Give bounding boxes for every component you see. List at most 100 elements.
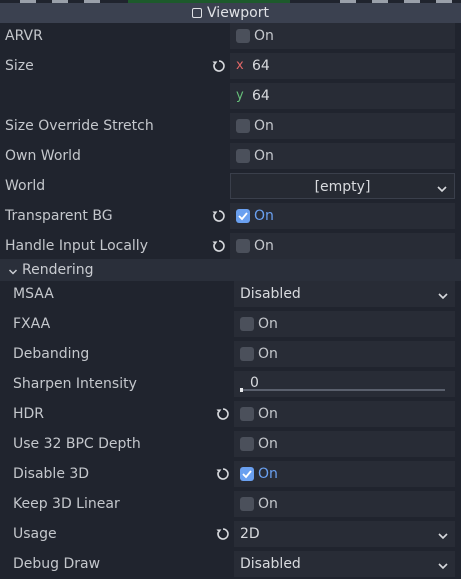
property-label: Debug Draw <box>13 556 101 572</box>
revert-icon[interactable] <box>211 208 227 224</box>
property-usage: Usage 2D <box>0 519 461 549</box>
size-x-value: 64 <box>252 58 270 74</box>
arvr-checkbox[interactable]: On <box>230 23 455 49</box>
category-header[interactable]: Viewport <box>0 3 461 23</box>
debanding-checkbox[interactable]: On <box>234 341 455 367</box>
use-32-bpc-depth-checkbox[interactable]: On <box>234 431 455 457</box>
revert-icon[interactable] <box>215 526 231 542</box>
checkbox-label: On <box>254 28 274 44</box>
checkbox-label: On <box>254 148 274 164</box>
world-resource-picker[interactable]: [empty] <box>230 173 455 199</box>
checkbox-box[interactable] <box>240 497 254 511</box>
size-x-field[interactable]: x 64 <box>230 53 455 79</box>
world-value: [empty] <box>314 179 371 195</box>
property-own-world: Own World On <box>0 141 461 171</box>
hdr-checkbox[interactable]: On <box>234 401 455 427</box>
property-msaa: MSAA Disabled <box>0 279 461 309</box>
checkbox-box[interactable] <box>236 29 250 43</box>
section-rendering[interactable]: Rendering <box>0 259 461 281</box>
revert-icon[interactable] <box>211 58 227 74</box>
property-world: World [empty] <box>0 171 461 201</box>
property-size: Size x 64 y 64 <box>0 51 461 111</box>
axis-label-y: y <box>236 88 244 103</box>
checkbox-label: On <box>258 436 278 452</box>
property-label: ARVR <box>5 28 43 44</box>
slider-track[interactable] <box>240 389 445 391</box>
property-handle-input-locally: Handle Input Locally On <box>0 231 461 261</box>
property-label: FXAA <box>13 316 51 332</box>
property-fxaa: FXAA On <box>0 309 461 339</box>
property-hdr: HDR On <box>0 399 461 429</box>
property-label: World <box>5 178 46 194</box>
property-label: Own World <box>5 148 81 164</box>
checkbox-box[interactable] <box>236 239 250 253</box>
transparent-bg-checkbox[interactable]: On <box>230 203 455 229</box>
property-arvr: ARVR On <box>0 21 461 51</box>
checkmark-icon <box>238 212 248 221</box>
slider-grabber[interactable] <box>240 388 243 392</box>
category-title: Viewport <box>207 5 269 21</box>
fxaa-checkbox[interactable]: On <box>234 311 455 337</box>
dropdown-value: 2D <box>240 526 260 542</box>
property-label: MSAA <box>13 286 54 302</box>
revert-icon[interactable] <box>215 406 231 422</box>
checkbox-box[interactable] <box>240 347 254 361</box>
checkbox-box[interactable] <box>240 467 254 481</box>
property-disable-3d: Disable 3D On <box>0 459 461 489</box>
checkbox-box[interactable] <box>240 437 254 451</box>
property-use-32-bpc-depth: Use 32 BPC Depth On <box>0 429 461 459</box>
property-label: HDR <box>13 406 45 422</box>
property-transparent-bg: Transparent BG On <box>0 201 461 231</box>
property-label: Use 32 BPC Depth <box>13 436 141 452</box>
checkbox-box[interactable] <box>236 119 250 133</box>
disable-3d-checkbox[interactable]: On <box>234 461 455 487</box>
property-debug-draw: Debug Draw Disabled <box>0 549 461 579</box>
checkbox-box[interactable] <box>236 149 250 163</box>
checkbox-box[interactable] <box>240 407 254 421</box>
usage-dropdown[interactable]: 2D <box>234 521 455 547</box>
property-label: Sharpen Intensity <box>13 376 137 392</box>
property-label: Size Override Stretch <box>5 118 154 134</box>
property-sharpen-intensity: Sharpen Intensity 0 <box>0 369 461 399</box>
sharpen-intensity-slider[interactable]: 0 <box>234 371 455 397</box>
checkbox-label: On <box>254 118 274 134</box>
property-debanding: Debanding On <box>0 339 461 369</box>
checkbox-label: On <box>258 496 278 512</box>
checkbox-label: On <box>258 346 278 362</box>
checkbox-box[interactable] <box>240 317 254 331</box>
viewport-icon <box>192 8 203 18</box>
chevron-down-icon <box>437 289 449 300</box>
checkbox-label: On <box>254 208 274 224</box>
property-label: Keep 3D Linear <box>13 496 120 512</box>
handle-input-locally-checkbox[interactable]: On <box>230 233 455 259</box>
checkbox-label: On <box>254 238 274 254</box>
checkmark-icon <box>242 470 252 479</box>
size-override-stretch-checkbox[interactable]: On <box>230 113 455 139</box>
revert-icon[interactable] <box>211 238 227 254</box>
checkbox-label: On <box>258 406 278 422</box>
property-size-override-stretch: Size Override Stretch On <box>0 111 461 141</box>
checkbox-box[interactable] <box>236 209 250 223</box>
property-label: Disable 3D <box>13 466 90 482</box>
size-y-field[interactable]: y 64 <box>230 83 455 109</box>
chevron-down-icon[interactable] <box>436 182 448 193</box>
property-label: Transparent BG <box>5 208 113 224</box>
axis-label-x: x <box>236 58 244 73</box>
property-keep-3d-linear: Keep 3D Linear On <box>0 489 461 519</box>
chevron-down-icon <box>8 265 18 275</box>
checkbox-label: On <box>258 316 278 332</box>
revert-icon[interactable] <box>215 466 231 482</box>
own-world-checkbox[interactable]: On <box>230 143 455 169</box>
property-label: Handle Input Locally <box>5 238 148 254</box>
property-label: Usage <box>13 526 57 542</box>
property-label: Size <box>5 58 34 74</box>
chevron-down-icon <box>437 559 449 570</box>
section-label: Rendering <box>22 262 94 278</box>
dropdown-value: Disabled <box>240 556 301 572</box>
msaa-dropdown[interactable]: Disabled <box>234 281 455 307</box>
size-y-value: 64 <box>252 88 270 104</box>
dropdown-value: Disabled <box>240 286 301 302</box>
slider-value: 0 <box>250 375 259 391</box>
debug-draw-dropdown[interactable]: Disabled <box>234 551 455 577</box>
keep-3d-linear-checkbox[interactable]: On <box>234 491 455 517</box>
